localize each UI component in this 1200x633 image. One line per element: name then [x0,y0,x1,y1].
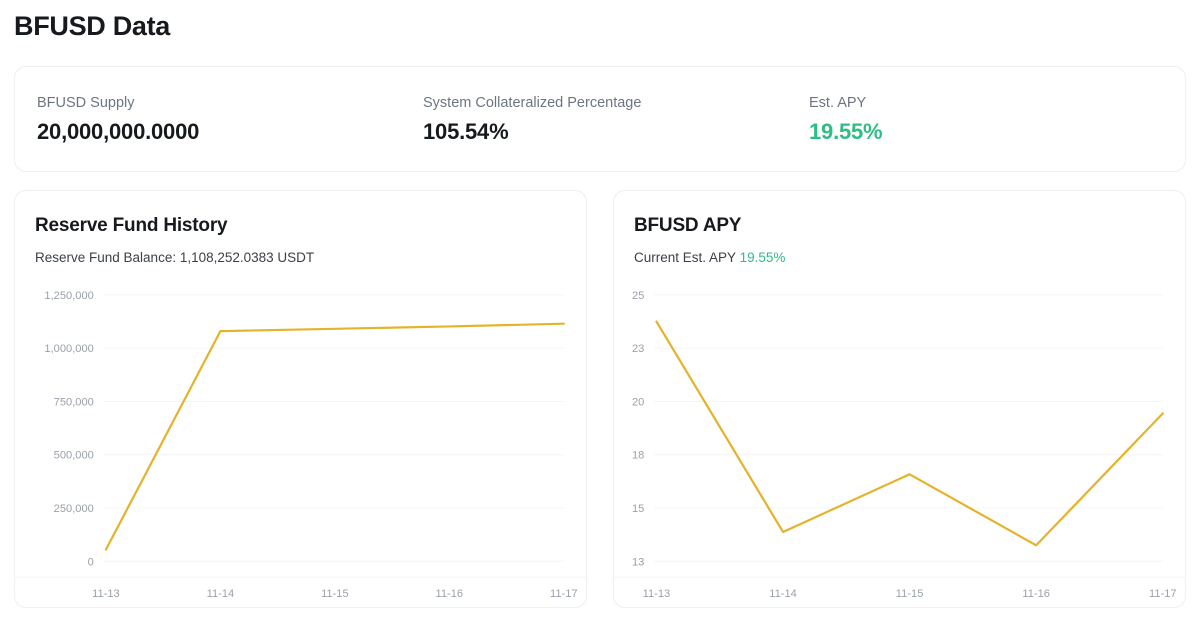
current-est-apy-label: Current Est. APY [634,250,736,265]
svg-text:18: 18 [632,450,644,462]
svg-text:11-13: 11-13 [643,588,671,600]
stat-system-collateralized-percentage-label: System Collateralized Percentage [423,93,809,113]
bfusd-data-page: BFUSD Data BFUSD Supply 20,000,000.0000 … [0,0,1200,633]
svg-text:11-16: 11-16 [1022,588,1050,600]
reserve-fund-history-card: Reserve Fund History Reserve Fund Balanc… [14,190,587,608]
bfusd-apy-subtitle: Current Est. APY 19.55% [634,248,1165,267]
reserve-fund-history-subtitle: Reserve Fund Balance: 1,108,252.0383 USD… [35,248,566,267]
svg-text:11-15: 11-15 [321,588,349,600]
svg-text:250,000: 250,000 [54,503,94,515]
page-title: BFUSD Data [14,0,1186,46]
svg-text:11-15: 11-15 [896,588,924,600]
bfusd-apy-plot: 13 15 18 20 23 25 11-13 11-14 11-15 11-16 11-17 [614,281,1185,607]
reserve-fund-history-plot: 0 250,000 500,000 750,000 1,000,000 1,250,000… [15,281,586,607]
current-est-apy-value: 19.55% [740,250,786,265]
bfusd-apy-card: BFUSD APY Current Est. APY 19.55% 13 15 18… [613,190,1186,608]
stat-bfusd-supply-value: 20,000,000.0000 [37,118,423,146]
svg-text:23: 23 [632,343,644,355]
svg-text:11-13: 11-13 [92,588,120,600]
svg-text:11-16: 11-16 [436,588,464,600]
stat-est-apy-value: 19.55% [809,118,882,146]
summary-stats-card: BFUSD Supply 20,000,000.0000 System Coll… [14,66,1186,172]
svg-text:11-14: 11-14 [769,588,797,600]
svg-text:13: 13 [632,556,644,568]
reserve-fund-history-title: Reserve Fund History [35,213,566,239]
stat-est-apy: Est. APY 19.55% [809,93,882,146]
bfusd-apy-title: BFUSD APY [634,213,1165,239]
stat-bfusd-supply-label: BFUSD Supply [37,93,423,113]
reserve-fund-history-svg: 0 250,000 500,000 750,000 1,000,000 1,250,000… [15,281,586,607]
charts-row: Reserve Fund History Reserve Fund Balanc… [14,190,1186,608]
svg-text:20: 20 [632,397,644,409]
svg-text:11-17: 11-17 [1149,588,1177,600]
svg-text:750,000: 750,000 [54,397,94,409]
svg-text:11-17: 11-17 [550,588,578,600]
svg-text:11-14: 11-14 [207,588,235,600]
stat-est-apy-label: Est. APY [809,93,882,113]
svg-text:0: 0 [88,556,94,568]
svg-text:25: 25 [632,290,644,302]
svg-text:1,250,000: 1,250,000 [44,290,93,302]
svg-text:1,000,000: 1,000,000 [44,343,93,355]
svg-text:500,000: 500,000 [54,450,94,462]
svg-text:15: 15 [632,503,644,515]
reserve-fund-balance-text: Reserve Fund Balance: 1,108,252.0383 USD… [35,250,314,265]
stat-system-collateralized-percentage: System Collateralized Percentage 105.54% [423,93,809,146]
stat-system-collateralized-percentage-value: 105.54% [423,118,809,146]
bfusd-apy-svg: 13 15 18 20 23 25 11-13 11-14 11-15 11-16 11-17 [614,281,1185,607]
stat-bfusd-supply: BFUSD Supply 20,000,000.0000 [37,93,423,146]
